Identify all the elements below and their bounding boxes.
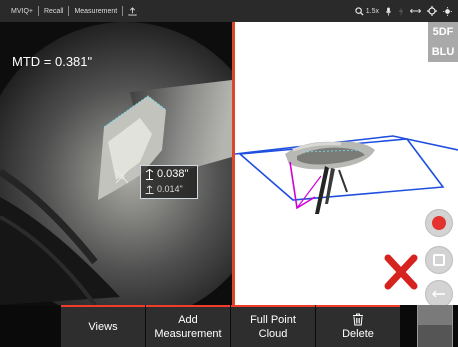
mtd-readout: MTD = 0.381" [12,54,93,69]
delete-button[interactable]: Delete [316,305,400,347]
breadcrumb-recall[interactable]: Recall [39,8,68,15]
depth-value: 0.038" [157,168,189,180]
save-button[interactable] [425,246,453,274]
record-button[interactable] [425,209,453,237]
rotate-icon [432,290,445,298]
microphone-icon [385,6,392,16]
zoom-icon[interactable] [355,6,364,16]
view-mode-badge: 5DF [428,22,458,42]
breadcrumb: MVIQ+ Recall Measurement [0,6,142,16]
views-button[interactable]: Views [61,305,145,347]
add-label-line1: Add [178,314,198,326]
views-label: Views [88,321,118,333]
delete-label: Delete [342,328,374,340]
bottom-toolbar: Views Add Measurement Full Point Cloud D… [0,305,458,347]
colormap-badge: BLU [428,42,458,62]
rotate-button[interactable] [425,280,453,308]
crosshair-icon[interactable] [427,6,437,16]
breadcrumb-app[interactable]: MVIQ+ [6,8,38,15]
lightning-icon [398,6,404,16]
full-point-cloud-button[interactable]: Full Point Cloud [231,305,315,347]
area-icon [145,184,154,194]
save-icon [433,254,445,266]
add-label-line2: Measurement [154,328,222,340]
status-icons: 1.5x [355,0,452,22]
add-measurement-button[interactable]: Add Measurement [146,305,230,347]
upload-icon [128,6,137,16]
measurement-label[interactable]: 0.038" 0.014" [140,165,198,199]
camera-view[interactable]: MTD = 0.381" 0.038" 0.014" [0,22,232,305]
swap-arrows-icon[interactable] [410,7,421,15]
upload-button[interactable] [123,6,142,16]
zoom-level: 1.5x [365,7,379,15]
breadcrumb-measurement[interactable]: Measurement [69,8,122,15]
record-icon [432,216,446,230]
depth-profile-icon [145,168,154,180]
secondary-value: 0.014" [157,184,183,194]
image-thumbnail[interactable] [417,305,453,347]
close-x-icon[interactable] [383,253,419,291]
top-status-bar: MVIQ+ Recall Measurement 1.5x [0,0,458,22]
trash-icon [353,313,363,326]
cloud-label-line2: Cloud [258,328,288,340]
cloud-label-line1: Full Point [250,314,296,326]
sun-icon [443,6,452,16]
